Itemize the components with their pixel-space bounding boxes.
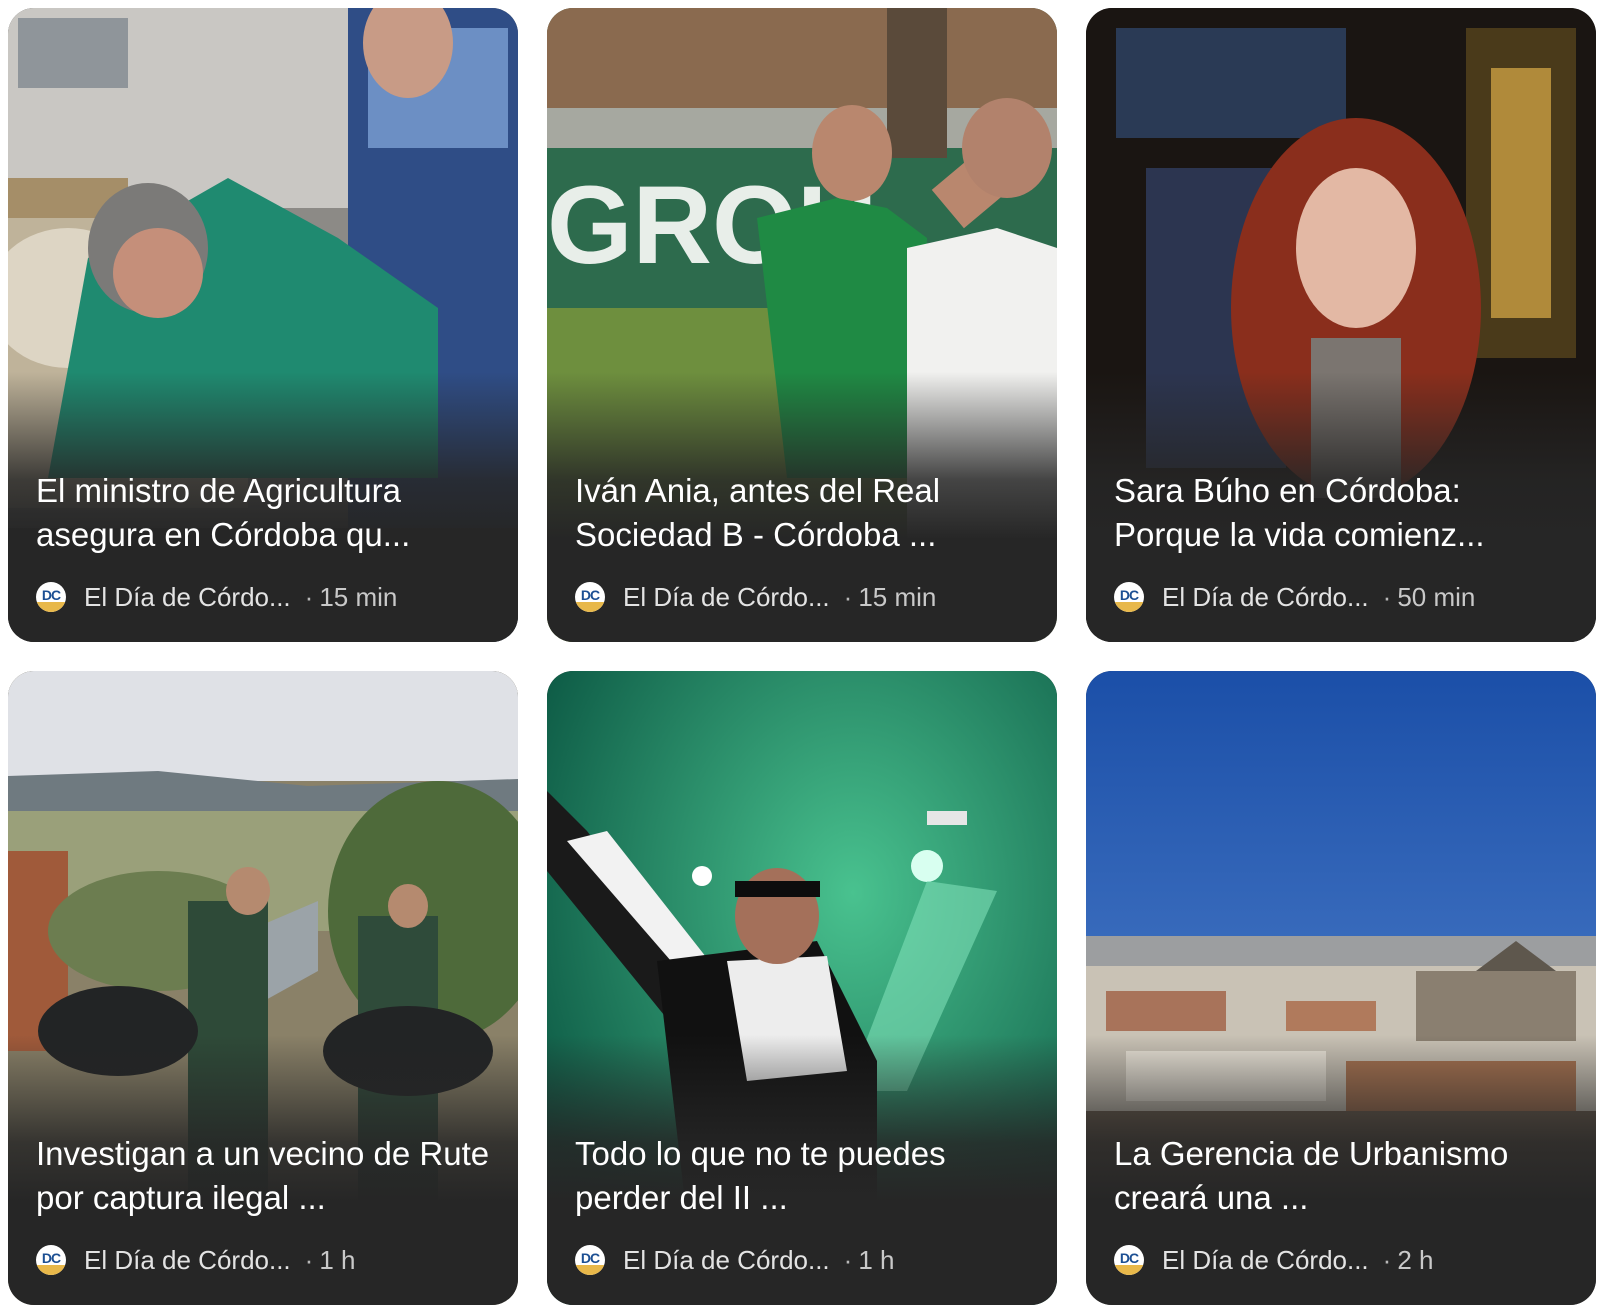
article-headline: Investigan a un vecino de Rute por captu…	[36, 1135, 490, 1216]
publisher-name[interactable]: El Día de Córdo...	[1162, 582, 1369, 613]
article-meta: DC El Día de Córdo... · 15 min	[36, 577, 490, 617]
separator-dot: ·	[1382, 581, 1392, 612]
article-headline: Iván Ania, antes del Real Sociedad B - C…	[575, 472, 941, 553]
publisher-logo-icon: DC	[1114, 1245, 1144, 1275]
publisher-logo-icon: DC	[36, 1245, 66, 1275]
news-card[interactable]: El ministro de Agricultura asegura en Có…	[8, 8, 518, 642]
news-card[interactable]: Sara Búho en Córdoba: Porque la vida com…	[1086, 8, 1596, 642]
article-age: 50 min	[1397, 581, 1476, 612]
separator-dot: ·	[1382, 1244, 1392, 1275]
separator-dot: ·	[843, 581, 853, 612]
article-age: 15 min	[319, 581, 398, 612]
news-card[interactable]: GROU Iván Ania, antes del Real Sociedad …	[547, 8, 1057, 642]
article-age: 2 h	[1397, 1244, 1434, 1275]
separator-dot: ·	[304, 581, 314, 612]
publisher-logo-icon: DC	[575, 582, 605, 612]
news-card-grid: El ministro de Agricultura asegura en Có…	[0, 0, 1600, 1311]
article-headline: Sara Búho en Córdoba: Porque la vida com…	[1114, 472, 1485, 553]
separator-dot: ·	[843, 1244, 853, 1275]
publisher-name[interactable]: El Día de Córdo...	[623, 1245, 830, 1276]
article-age: 1 h	[858, 1244, 895, 1275]
article-age: 1 h	[319, 1244, 356, 1275]
article-headline: La Gerencia de Urbanismo creará una ...	[1114, 1135, 1509, 1216]
article-headline: El ministro de Agricultura asegura en Có…	[36, 472, 411, 553]
publisher-name[interactable]: El Día de Córdo...	[84, 582, 291, 613]
article-meta: DC El Día de Córdo... · 50 min	[1114, 577, 1568, 617]
article-meta: DC El Día de Córdo... · 1 h	[36, 1240, 490, 1280]
article-meta: DC El Día de Córdo... · 2 h	[1114, 1240, 1568, 1280]
news-card[interactable]: La Gerencia de Urbanismo creará una ... …	[1086, 671, 1596, 1305]
publisher-name[interactable]: El Día de Córdo...	[623, 582, 830, 613]
publisher-logo-icon: DC	[575, 1245, 605, 1275]
publisher-logo-icon: DC	[36, 582, 66, 612]
article-age: 15 min	[858, 581, 937, 612]
separator-dot: ·	[304, 1244, 314, 1275]
article-meta: DC El Día de Córdo... · 1 h	[575, 1240, 1029, 1280]
article-headline: Todo lo que no te puedes perder del II .…	[575, 1135, 946, 1216]
publisher-name[interactable]: El Día de Córdo...	[84, 1245, 291, 1276]
news-card[interactable]: Investigan a un vecino de Rute por captu…	[8, 671, 518, 1305]
publisher-name[interactable]: El Día de Córdo...	[1162, 1245, 1369, 1276]
article-meta: DC El Día de Córdo... · 15 min	[575, 577, 1029, 617]
publisher-logo-icon: DC	[1114, 582, 1144, 612]
news-card[interactable]: Todo lo que no te puedes perder del II .…	[547, 671, 1057, 1305]
